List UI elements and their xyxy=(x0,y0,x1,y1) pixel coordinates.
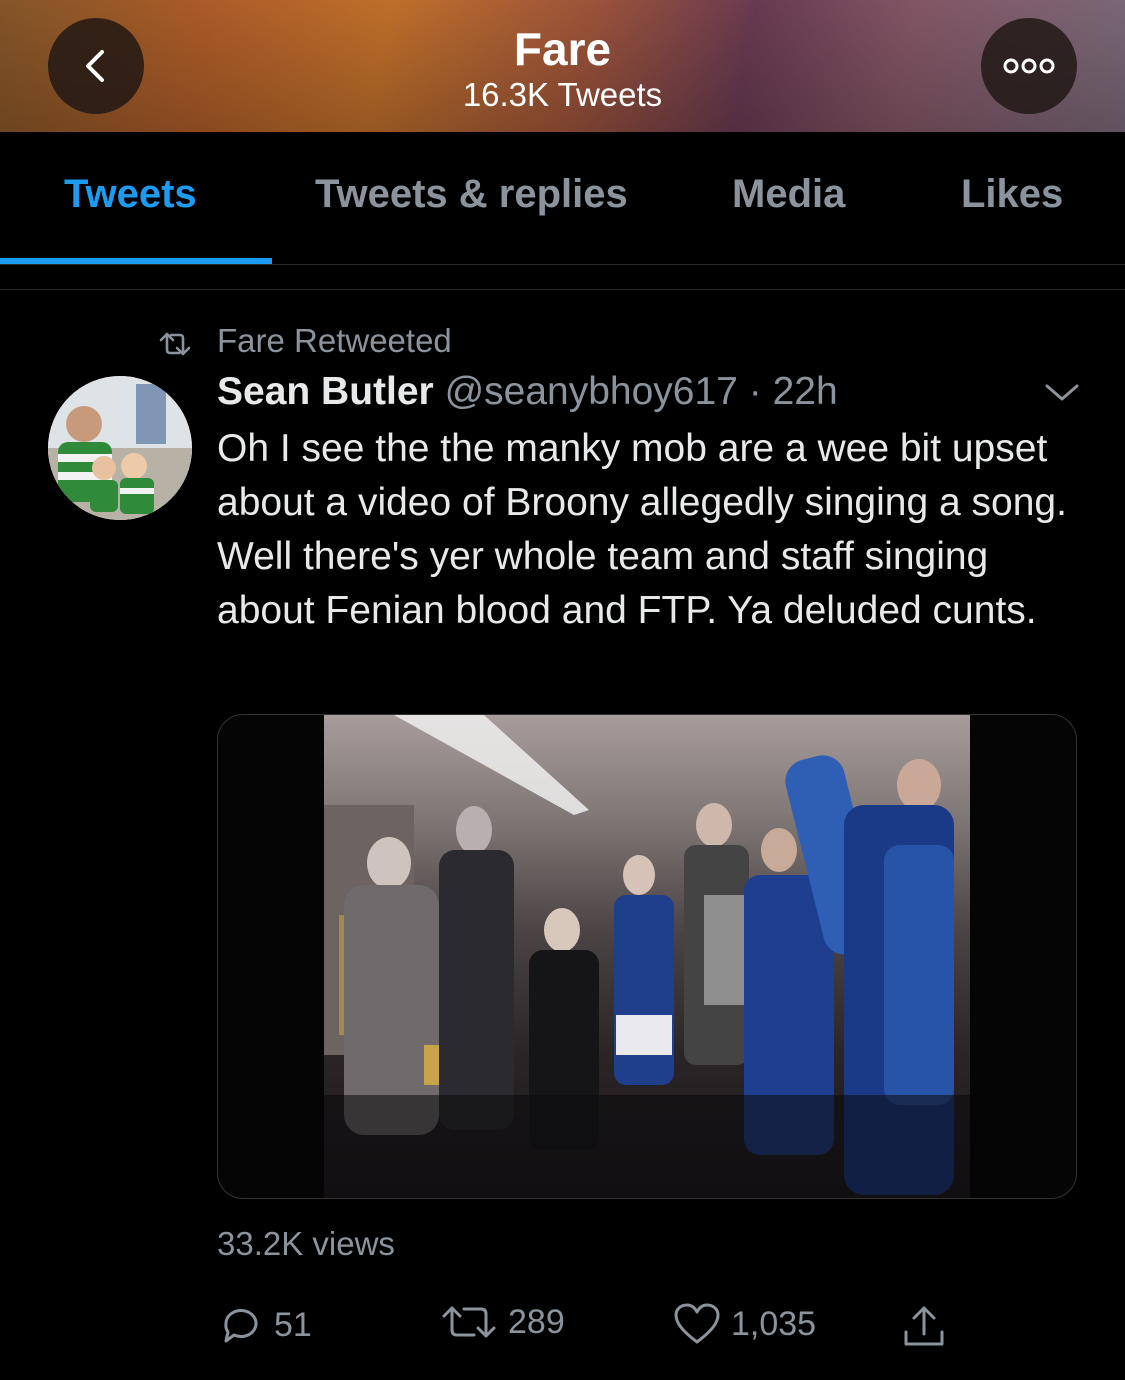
more-button[interactable] xyxy=(981,18,1077,114)
divider xyxy=(0,289,1125,290)
author-handle[interactable]: @seanybhoy617 xyxy=(445,370,738,413)
heart-icon xyxy=(674,1303,720,1344)
reply-icon xyxy=(224,1309,258,1343)
profile-tabs: Tweets Tweets & replies Media Likes xyxy=(0,132,1125,265)
reply-count: 51 xyxy=(274,1305,312,1344)
like-button[interactable]: 1,035 xyxy=(673,1302,816,1346)
tweet-count: 16.3K Tweets xyxy=(462,76,663,113)
retweet-icon xyxy=(442,1306,496,1338)
retweet-icon xyxy=(159,332,191,356)
view-count: 33.2K views xyxy=(217,1225,395,1262)
tab-media[interactable]: Media xyxy=(732,172,845,217)
active-tab-indicator xyxy=(0,258,272,264)
separator-dot: · xyxy=(748,370,762,413)
reply-button[interactable]: 51 xyxy=(218,1302,312,1348)
retweeted-label: Fare Retweeted xyxy=(217,322,452,359)
retweet-count: 289 xyxy=(508,1302,565,1341)
tab-likes[interactable]: Likes xyxy=(961,172,1063,217)
more-icon xyxy=(1003,58,1055,74)
author-name[interactable]: Sean Butler xyxy=(217,370,434,413)
chevron-down-icon[interactable] xyxy=(1043,380,1081,404)
video-thumbnail xyxy=(324,715,970,1198)
tab-tweets[interactable]: Tweets xyxy=(64,172,197,217)
header-title: Fare xyxy=(513,23,612,75)
avatar[interactable] xyxy=(48,376,192,520)
tweet-video[interactable] xyxy=(217,714,1077,1199)
tab-tweets-and-replies[interactable]: Tweets & replies xyxy=(315,172,628,217)
retweet-button[interactable]: 289 xyxy=(440,1302,565,1342)
tweet-time[interactable]: 22h xyxy=(773,370,838,413)
tweet-text: Oh I see the the manky mob are a wee bit… xyxy=(217,427,1067,632)
share-icon xyxy=(904,1306,944,1346)
like-count: 1,035 xyxy=(731,1304,817,1343)
tweet-author-line: Sean Butler @seanybhoy617 · 22h xyxy=(217,370,838,414)
share-button[interactable] xyxy=(900,1302,948,1350)
